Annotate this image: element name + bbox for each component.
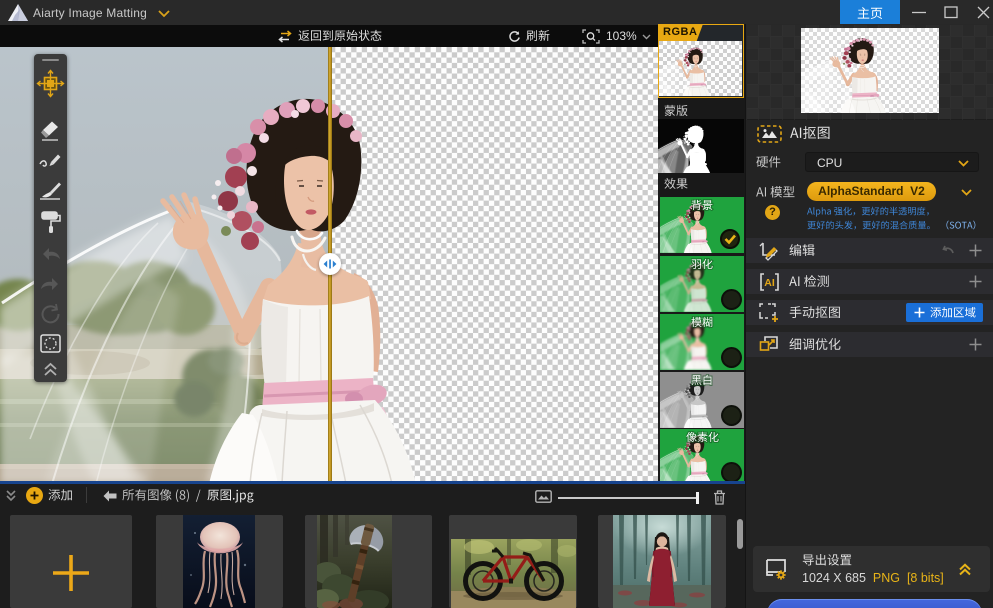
svg-text:AI: AI — [764, 277, 775, 289]
